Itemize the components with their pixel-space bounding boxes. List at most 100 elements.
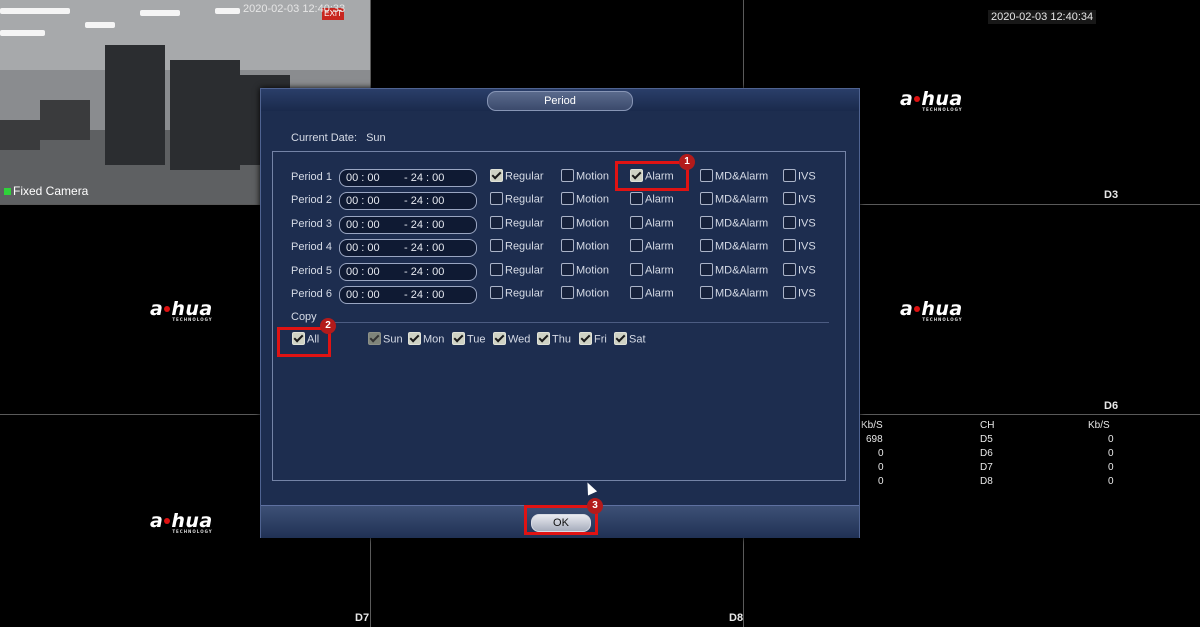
end-time[interactable]: - 24 : 00 (404, 289, 444, 301)
checkbox-icon (490, 262, 503, 276)
checkbox-icon (700, 262, 713, 276)
period-label: Period 4 (291, 241, 332, 254)
camera-name-label: Fixed Camera (4, 184, 88, 198)
checkbox-label: Fri (594, 333, 607, 346)
dahua-logo: a hua TECHNOLOGY (900, 298, 963, 322)
channel-label: D6 (1104, 400, 1119, 412)
copy-day-checkbox-thu[interactable]: Thu (537, 332, 571, 349)
checkbox-motion[interactable]: Motion (561, 239, 610, 256)
checkbox-label: Motion (576, 240, 610, 253)
end-time[interactable]: - 24 : 00 (404, 195, 444, 207)
channel-label: D7 (355, 612, 370, 624)
checkbox-alarm[interactable]: Alarm (630, 262, 674, 280)
checkbox-icon (700, 192, 713, 206)
checkbox-label: Regular (505, 287, 544, 300)
checkbox-alarm[interactable]: Alarm (630, 239, 674, 256)
current-date-value: Sun (366, 132, 386, 144)
checkbox-label: IVS (798, 217, 816, 230)
copy-day-checkbox-mon[interactable]: Mon (408, 332, 445, 349)
dialog-title: Period (487, 91, 633, 111)
current-date-label: Current Date: (291, 132, 358, 144)
checkbox-motion[interactable]: Motion (561, 215, 610, 233)
checkbox-label: Thu (552, 333, 571, 346)
checkbox-ivs[interactable]: IVS (783, 239, 816, 256)
checkbox-ivs[interactable]: IVS (783, 169, 816, 186)
period-dialog: Period Current Date: Sun Period 1 00 : 00… (260, 88, 860, 538)
highlight-alarm-checkbox (615, 161, 689, 191)
checkbox-motion[interactable]: Motion (561, 169, 610, 186)
checkbox-regular[interactable]: Regular (490, 239, 544, 256)
checkbox-regular[interactable]: Regular (490, 192, 544, 209)
checkbox-icon (630, 262, 643, 276)
period-time-range[interactable]: 00 : 00 - 24 : 00 (339, 239, 477, 258)
checkbox-regular[interactable]: Regular (490, 286, 544, 303)
checkbox-icon (783, 262, 796, 276)
checkbox-label: IVS (798, 170, 816, 183)
checkbox-ivs[interactable]: IVS (783, 215, 816, 233)
copy-day-checkbox-wed[interactable]: Wed (493, 332, 530, 349)
period-time-range[interactable]: 00 : 00 - 24 : 00 (339, 286, 477, 304)
start-time[interactable]: 00 : 00 (346, 242, 380, 254)
checkbox-md-alarm[interactable]: MD&Alarm (700, 262, 768, 280)
period-time-range[interactable]: 00 : 00 - 24 : 00 (339, 169, 477, 187)
period-row: Period 3 00 : 00 - 24 : 00 Regular Motion Ala… (291, 215, 851, 234)
start-time[interactable]: 00 : 00 (346, 195, 380, 207)
checkbox-label: Motion (576, 170, 610, 183)
checkbox-alarm[interactable]: Alarm (630, 286, 674, 303)
checkbox-regular[interactable]: Regular (490, 262, 544, 280)
checkbox-motion[interactable]: Motion (561, 262, 609, 280)
checkbox-md-alarm[interactable]: MD&Alarm (700, 169, 768, 186)
checkbox-motion[interactable]: Motion (561, 286, 609, 303)
start-time[interactable]: 00 : 00 (346, 219, 380, 231)
copy-label: Copy (291, 311, 317, 323)
checkbox-label: IVS (798, 193, 816, 206)
checkbox-label: MD&Alarm (715, 193, 769, 206)
checkbox-icon (368, 332, 381, 345)
bitrate-stats-table: Kb/S CH Kb/S 698 D5 0 0 D6 0 0 D7 0 0 D8… (861, 420, 1114, 487)
copy-day-checkbox-tue[interactable]: Tue (452, 332, 486, 349)
checkbox-alarm[interactable]: Alarm (630, 215, 674, 233)
start-time[interactable]: 00 : 00 (346, 266, 380, 278)
annotation-badge-2: 2 (320, 318, 336, 334)
checkbox-md-alarm[interactable]: MD&Alarm (700, 215, 768, 233)
checkbox-label: MD&Alarm (715, 287, 769, 300)
checkbox-md-alarm[interactable]: MD&Alarm (700, 192, 769, 209)
checkbox-label: Sun (383, 333, 403, 346)
checkbox-regular[interactable]: Regular (490, 169, 544, 186)
period-time-range[interactable]: 00 : 00 - 24 : 00 (339, 215, 477, 234)
start-time[interactable]: 00 : 00 (346, 289, 380, 301)
period-time-range[interactable]: 00 : 00 - 24 : 00 (339, 262, 477, 281)
start-time[interactable]: 00 : 00 (346, 172, 380, 184)
checkbox-icon (490, 215, 503, 229)
checkbox-label: Regular (505, 193, 544, 206)
checkbox-alarm[interactable]: Alarm (630, 192, 674, 209)
checkbox-icon (490, 239, 503, 253)
end-time[interactable]: - 24 : 00 (404, 172, 444, 184)
checkbox-motion[interactable]: Motion (561, 192, 609, 209)
checkbox-regular[interactable]: Regular (490, 215, 544, 233)
checkbox-ivs[interactable]: IVS (783, 286, 816, 303)
checkbox-label: Mon (423, 333, 445, 346)
period-row: Period 5 00 : 00 - 24 : 00 Regular Motion Ala… (291, 262, 851, 281)
checkbox-label: Regular (505, 217, 544, 230)
checkbox-ivs[interactable]: IVS (783, 262, 816, 280)
checkbox-label: Sat (629, 333, 646, 346)
checkbox-md-alarm[interactable]: MD&Alarm (700, 286, 769, 303)
checkbox-icon (579, 332, 592, 345)
checkbox-md-alarm[interactable]: MD&Alarm (700, 239, 768, 256)
checkbox-icon (700, 215, 713, 229)
checkbox-ivs[interactable]: IVS (783, 192, 816, 209)
checkbox-label: Motion (576, 217, 610, 230)
checkbox-icon (490, 286, 503, 299)
copy-divider (331, 322, 829, 323)
copy-day-checkbox-fri[interactable]: Fri (579, 332, 607, 349)
copy-day-checkbox-sat[interactable]: Sat (614, 332, 646, 349)
checkbox-label: Alarm (645, 240, 674, 253)
period-row: Period 4 00 : 00 - 24 : 00 Regular Motion Ala… (291, 239, 851, 258)
period-time-range[interactable]: 00 : 00 - 24 : 00 (339, 192, 477, 211)
checkbox-icon (630, 192, 643, 206)
end-time[interactable]: - 24 : 00 (404, 219, 444, 231)
end-time[interactable]: - 24 : 00 (404, 242, 444, 254)
end-time[interactable]: - 24 : 00 (404, 266, 444, 278)
checkbox-icon (783, 192, 796, 206)
